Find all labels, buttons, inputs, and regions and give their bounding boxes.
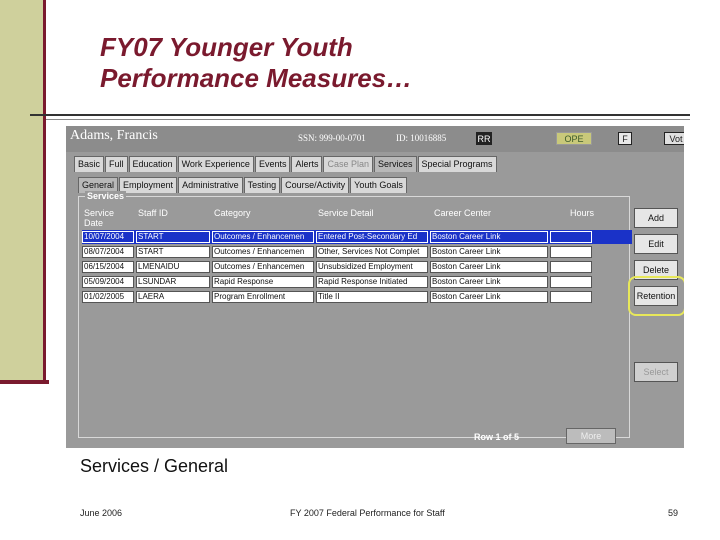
participant-id: ID: 10016885 — [396, 133, 447, 143]
tab-events[interactable]: Events — [254, 156, 291, 172]
column-header-hours: Hours — [570, 208, 595, 218]
cell-staff: LMENAIDU — [136, 261, 210, 273]
cell-detail: Entered Post-Secondary Ed — [316, 231, 428, 243]
cell-staff: START — [136, 246, 210, 258]
sub-tab-strip: General Employment Administrative Testin… — [78, 177, 408, 193]
cell-center: Boston Career Link — [430, 246, 548, 258]
cell-hours — [550, 231, 592, 243]
footer-date: June 2006 — [80, 508, 123, 518]
column-header-service-detail: Service Detail — [318, 208, 374, 218]
cell-hours — [550, 246, 592, 258]
retention-button[interactable]: Retention — [634, 286, 678, 306]
column-header-staff-id: Staff ID — [138, 208, 168, 218]
cell-date: 10/07/2004 — [82, 231, 134, 243]
cell-date: 01/02/2005 — [82, 291, 134, 303]
title-divider — [30, 114, 690, 116]
cell-category: Outcomes / Enhancemen — [212, 231, 314, 243]
footer-page-number: 59 — [668, 508, 679, 518]
footer-title: FY 2007 Federal Performance for Staff — [290, 508, 445, 518]
cell-hours — [550, 276, 592, 288]
ope-badge[interactable]: OPE — [556, 132, 592, 145]
cell-category: Rapid Response — [212, 276, 314, 288]
column-header-career-center: Career Center — [434, 208, 492, 218]
tab-course-activity[interactable]: Course/Activity — [281, 177, 350, 193]
cell-staff: LAERA — [136, 291, 210, 303]
left-accent-bar-bottom — [0, 380, 49, 384]
ssn-label: SSN: 999-00-0701 — [298, 133, 366, 143]
tab-education[interactable]: Education — [128, 156, 177, 172]
cell-staff: LSUNDAR — [136, 276, 210, 288]
slide-title-line1: FY07 Younger Youth — [100, 32, 353, 62]
title-divider-thin — [46, 119, 690, 120]
tab-alerts[interactable]: Alerts — [291, 156, 323, 172]
slide-title-line2: Performance Measures… — [100, 63, 413, 93]
column-header-category: Category — [214, 208, 251, 218]
participant-name: Adams, Francis — [70, 128, 158, 143]
tab-services[interactable]: Services — [374, 156, 417, 172]
add-button[interactable]: Add — [634, 208, 678, 228]
slide-caption: Services / General — [80, 456, 229, 476]
participant-header: Adams, Francis SSN: 999-00-0701 ID: 1001… — [66, 126, 684, 152]
cell-hours — [550, 261, 592, 273]
tab-basic[interactable]: Basic — [74, 156, 105, 172]
row-count: Row 1 of 5 — [474, 432, 520, 442]
tab-administrative[interactable]: Administrative — [178, 177, 243, 193]
table-row[interactable]: 10/07/2004 START Outcomes / Enhancemen E… — [82, 230, 632, 244]
cell-detail: Rapid Response Initiated — [316, 276, 428, 288]
left-accent-bar — [0, 0, 46, 384]
select-button[interactable]: Select — [634, 362, 678, 382]
tab-case-plan[interactable]: Case Plan — [323, 156, 373, 172]
table-row[interactable]: 06/15/2004 LMENAIDU Outcomes / Enhanceme… — [82, 260, 632, 274]
cell-date: 05/09/2004 — [82, 276, 134, 288]
table-row[interactable]: 01/02/2005 LAERA Program Enrollment Titl… — [82, 290, 632, 304]
slide-title: FY07 Younger Youth Performance Measures… — [100, 32, 412, 94]
cell-detail: Unsubsidized Employment — [316, 261, 428, 273]
tab-special-programs[interactable]: Special Programs — [417, 156, 497, 172]
cell-category: Program Enrollment — [212, 291, 314, 303]
edit-button[interactable]: Edit — [634, 234, 678, 254]
cell-category: Outcomes / Enhancemen — [212, 246, 314, 258]
cell-category: Outcomes / Enhancemen — [212, 261, 314, 273]
slide: FY07 Younger Youth Performance Measures…… — [0, 0, 720, 540]
cell-staff: START — [136, 231, 210, 243]
table-row[interactable]: 05/09/2004 LSUNDAR Rapid Response Rapid … — [82, 275, 632, 289]
cell-detail: Title II — [316, 291, 428, 303]
tab-work-experience[interactable]: Work Experience — [177, 156, 254, 172]
f-badge[interactable]: F — [618, 132, 632, 145]
cell-hours — [550, 291, 592, 303]
app-screenshot: Adams, Francis SSN: 999-00-0701 ID: 1001… — [66, 126, 684, 448]
cell-center: Boston Career Link — [430, 291, 548, 303]
cell-date: 08/07/2004 — [82, 246, 134, 258]
cell-date: 06/15/2004 — [82, 261, 134, 273]
cell-detail: Other, Services Not Complet — [316, 246, 428, 258]
table-row[interactable]: 08/07/2004 START Outcomes / Enhancemen O… — [82, 245, 632, 259]
tab-full[interactable]: Full — [105, 156, 128, 172]
tab-testing[interactable]: Testing — [243, 177, 281, 193]
tab-youth-goals[interactable]: Youth Goals — [350, 177, 407, 193]
vote-button[interactable]: Vot — [664, 132, 684, 145]
services-group-label: Services — [85, 191, 127, 201]
cell-center: Boston Career Link — [430, 276, 548, 288]
tab-employment[interactable]: Employment — [119, 177, 178, 193]
cell-center: Boston Career Link — [430, 231, 548, 243]
column-header-service-date: Service Date — [84, 208, 115, 228]
rr-badge[interactable]: RR — [476, 132, 492, 145]
main-tab-strip: Basic Full Education Work Experience Eve… — [74, 156, 498, 172]
more-button[interactable]: More — [566, 428, 616, 444]
cell-center: Boston Career Link — [430, 261, 548, 273]
